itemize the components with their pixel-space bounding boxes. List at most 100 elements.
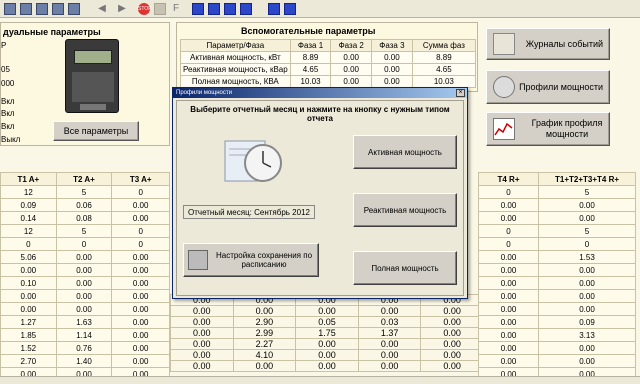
aux-cell: 4.65: [289, 63, 332, 76]
table-cell: 0: [478, 237, 539, 251]
window-icon[interactable]: [208, 3, 220, 15]
aux-cell: 0.00: [330, 75, 373, 88]
aux-header: Параметр/Фаза: [180, 39, 291, 52]
forward-arrow-icon[interactable]: ▶: [116, 3, 128, 15]
table-cell: 0.00: [538, 302, 636, 316]
table-cell: 0.00: [170, 316, 234, 328]
back-arrow-icon[interactable]: ◀: [96, 3, 108, 15]
table-row: 0.09 0.06 0.00: [0, 198, 170, 212]
table-cell: 0.00: [538, 289, 636, 303]
table-cell: 0.00: [420, 338, 484, 350]
status-bar: [0, 376, 640, 384]
profile-graph-label: График профиля мощности: [531, 118, 603, 139]
table-row: 0.00 2.90 0.05 0.03 0.00: [170, 316, 484, 328]
info-icon[interactable]: [224, 3, 236, 15]
aux-cell: 0.00: [371, 63, 413, 76]
table-row: 0.00 0.09: [478, 315, 636, 329]
table-cell: 1.53: [538, 250, 636, 264]
grid-icon[interactable]: [52, 3, 64, 15]
aux-cell: Полная мощность, КВА: [180, 75, 291, 88]
active-power-button[interactable]: Активная мощность: [353, 135, 457, 169]
table-row: 0.00 0.00: [478, 211, 636, 225]
table-cell: 12: [0, 224, 57, 238]
table-row: 0.00 1.53: [478, 250, 636, 264]
table-cell: 1.27: [0, 315, 57, 329]
table-cell: 0.00: [111, 198, 170, 212]
list-icon[interactable]: [240, 3, 252, 15]
table-row: 0.00 0.00: [478, 341, 636, 355]
profile-graph-button[interactable]: График профиля мощности: [486, 112, 610, 146]
table-cell: 0.00: [295, 338, 359, 350]
reactive-power-button[interactable]: Реактивная мощность: [353, 193, 457, 227]
save-icon[interactable]: [4, 3, 16, 15]
aux-header: Сумма фаз: [411, 39, 477, 52]
table-cell: 0.00: [420, 360, 484, 372]
table-cell: 0.00: [357, 360, 422, 372]
table-cell: 0.00: [55, 250, 113, 264]
table-cell: 0.00: [111, 341, 170, 355]
table-cell: 0.00: [111, 302, 170, 316]
schedule-settings-label: Настройка сохранения по расписанию: [215, 251, 313, 269]
aux-header: Фаза 1: [289, 39, 332, 52]
open-icon[interactable]: [20, 3, 32, 15]
power-profiles-button[interactable]: Профили мощности: [486, 70, 610, 104]
table-row: 00: [478, 237, 636, 251]
aux-cell: Активная мощность, кВт: [180, 51, 291, 64]
table-icon[interactable]: [68, 3, 80, 15]
table-row: 0.00 4.10 0.00 0.00 0.00: [170, 349, 484, 361]
aux-title: Вспомогательные параметры: [241, 26, 376, 36]
table-cell: 0.00: [55, 289, 113, 303]
table-cell: 1.14: [55, 328, 113, 342]
exit-icon[interactable]: [268, 3, 280, 15]
code-1: P: [1, 41, 7, 50]
table-row: 0.00 0.00 0.00: [0, 302, 170, 316]
status-1: Вкл: [1, 97, 15, 106]
table-cell: 0.00: [111, 289, 170, 303]
table-cell: 0.00: [478, 341, 539, 355]
dialog-title: Профили мощности: [173, 88, 467, 98]
aux-cell: 0.00: [371, 75, 413, 88]
f-icon[interactable]: F: [170, 3, 182, 15]
all-params-button[interactable]: Все параметры: [53, 121, 139, 141]
table-cell: 1.63: [55, 315, 113, 329]
schedule-settings-button[interactable]: Настройка сохранения по расписанию: [183, 243, 319, 277]
schedule-icon: [188, 250, 208, 270]
table-cell: 5.06: [0, 250, 57, 264]
table-row: Полная мощность, КВА 10.03 0.00 0.00 10.…: [180, 75, 477, 88]
table-cell: 0.00: [420, 349, 484, 361]
table-row: 2.70 1.40 0.00: [0, 354, 170, 368]
full-power-button[interactable]: Полная мощность: [353, 251, 457, 285]
table-cell: 0: [478, 185, 539, 199]
table-cell: 0.03: [357, 316, 422, 328]
help-icon[interactable]: [284, 3, 296, 15]
table-row: 0.00 0.00: [478, 302, 636, 316]
table-cell: 0.00: [478, 302, 539, 316]
clock-icon: [223, 135, 285, 185]
aux-cell: 0.00: [330, 51, 373, 64]
aux-cell: 0.00: [330, 63, 373, 76]
status-4: Выкл: [1, 135, 21, 144]
table-row: 0.10 0.00 0.00: [0, 276, 170, 290]
table-cell: 0.00: [295, 305, 359, 317]
table-cell: 0.00: [357, 338, 422, 350]
close-icon[interactable]: ×: [456, 89, 465, 97]
table-row: 5.06 0.00 0.00: [0, 250, 170, 264]
report-icon[interactable]: [154, 3, 166, 15]
calendar-icon[interactable]: [192, 3, 204, 15]
event-journals-button[interactable]: Журналы событий: [486, 28, 610, 60]
panel-title: дуальные параметры: [3, 27, 101, 37]
stop-icon[interactable]: STOP: [138, 3, 152, 15]
table-cell: 0.00: [55, 302, 113, 316]
table-cell: 0.00: [478, 198, 539, 212]
table-row: 0.00 0.00 0.00: [0, 263, 170, 277]
report-month-field[interactable]: Отчетный месяц: Сентябрь 2012: [183, 205, 315, 219]
table-cell: 0.00: [0, 302, 57, 316]
table-cell: 12: [0, 185, 57, 199]
table-cell: 0.00: [55, 263, 113, 277]
table-cell: 1.85: [0, 328, 57, 342]
table-cell: 0.00: [111, 211, 170, 225]
table-cell: 0.00: [357, 349, 422, 361]
table-cell: 1.40: [55, 354, 113, 368]
table-row: 0.00 0.00 0.00: [0, 289, 170, 303]
print-icon[interactable]: [36, 3, 48, 15]
